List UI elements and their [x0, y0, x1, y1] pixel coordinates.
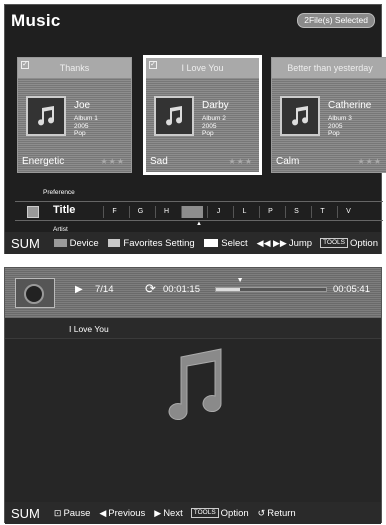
play-icon: ▶: [75, 284, 83, 295]
device-button[interactable]: Device: [70, 238, 99, 249]
now-playing-screen: ▶ 7/14 ⟳ 00:01:15 ▼ 00:05:41 I Love You …: [4, 267, 382, 524]
card-artist: Darby: [202, 100, 229, 111]
total-time: 00:05:41: [333, 284, 370, 295]
elapsed-time: 00:01:15: [163, 284, 200, 295]
select-button[interactable]: Select: [221, 238, 247, 249]
jump-letter[interactable]: L: [233, 206, 255, 218]
music-note-icon: [280, 96, 320, 136]
card-artist: Joe: [74, 100, 91, 111]
card-year: 2005: [328, 122, 343, 130]
card-album: Album 1: [74, 115, 98, 122]
music-card-thanks[interactable]: Thanks ✓ Joe Album 1 2005 Pop Energetic …: [17, 57, 132, 173]
jump-letter[interactable]: J: [207, 206, 229, 218]
card-year: 2005: [202, 122, 217, 130]
sort-bar: Title F G H J L P S T V: [15, 201, 383, 221]
check-icon[interactable]: ✓: [21, 61, 29, 69]
jump-button[interactable]: Jump: [289, 238, 312, 249]
card-mood: Sad: [150, 156, 168, 167]
card-title: I Love You: [146, 58, 259, 78]
card-genre: Pop: [202, 130, 214, 137]
progress-bar[interactable]: [215, 287, 327, 292]
progress-marker-icon: ▼: [236, 277, 244, 284]
enter-button-icon: [203, 239, 219, 247]
music-card-i-love-you[interactable]: I Love You ✓ Darby Album 2 2005 Pop Sad …: [143, 55, 262, 175]
card-album: Album 3: [328, 115, 352, 122]
pause-button[interactable]: Pause: [63, 508, 90, 519]
option-button[interactable]: Option: [350, 238, 378, 249]
card-title: Thanks: [18, 58, 131, 78]
green-button-icon: [53, 239, 67, 247]
next-button[interactable]: Next: [163, 508, 183, 519]
jump-arrows-icon: ◀◀ ▶▶: [256, 237, 287, 248]
music-note-icon: [26, 96, 66, 136]
music-note-icon: [163, 347, 225, 426]
card-mood: Energetic: [22, 156, 65, 167]
enter-pause-icon: ⊡: [53, 507, 62, 518]
jump-letter[interactable]: G: [129, 206, 151, 218]
page-title: Music: [11, 11, 61, 30]
track-position: 7/14: [95, 284, 114, 295]
tools-icon: TOOLS: [190, 508, 219, 518]
disc-icon: [24, 284, 44, 304]
progress-fill: [216, 288, 241, 291]
previous-icon: ◀: [99, 507, 107, 518]
option-button[interactable]: Option: [221, 508, 249, 519]
jump-letter-current[interactable]: [181, 206, 203, 218]
favorites-setting-button[interactable]: Favorites Setting: [123, 238, 194, 249]
playback-area: [5, 338, 381, 502]
player-bottom-bar: SUM ⊡ Pause ◀ Previous ▶ Next TOOLS Opti…: [5, 502, 381, 524]
card-meta: Album 1 2005 Pop: [74, 115, 98, 138]
card-genre: Pop: [74, 130, 86, 137]
jump-letter[interactable]: H: [155, 206, 177, 218]
star-rating: ★★★: [228, 157, 253, 166]
yellow-button-icon: [107, 239, 121, 247]
card-title: Better than yesterday: [272, 58, 386, 78]
browser-bottom-bar: SUM Device Favorites Setting Select ◀◀ ▶…: [5, 232, 381, 254]
pointer-triangle-icon: ▲: [196, 221, 202, 227]
music-browser-screen: Music 2File(s) Selected Thanks ✓ Joe Alb…: [4, 4, 386, 254]
star-rating: ★★★: [357, 157, 382, 166]
selected-files-badge: 2File(s) Selected: [297, 13, 375, 28]
jump-letter[interactable]: F: [103, 206, 125, 218]
music-card-better-than-yesterday[interactable]: Better than yesterday Catherine Album 3 …: [271, 57, 386, 173]
song-title: I Love You: [69, 324, 109, 334]
sort-current[interactable]: Title: [53, 204, 75, 216]
check-icon[interactable]: ✓: [149, 61, 157, 69]
sort-list-icon: [27, 206, 39, 218]
sum-logo: SUM: [11, 505, 40, 521]
card-meta: Album 2 2005 Pop: [202, 115, 226, 138]
jump-letter[interactable]: V: [337, 206, 359, 218]
return-button[interactable]: Return: [267, 508, 296, 519]
previous-button[interactable]: Previous: [108, 508, 145, 519]
album-thumbnail: [15, 278, 55, 308]
repeat-icon[interactable]: ⟳: [145, 281, 156, 297]
tools-icon: TOOLS: [320, 238, 348, 248]
sort-option-preference[interactable]: Preference: [43, 189, 75, 196]
card-artist: Catherine: [328, 100, 372, 111]
card-meta: Album 3 2005 Pop: [328, 115, 352, 138]
return-icon: ↺: [257, 507, 266, 518]
card-genre: Pop: [328, 130, 340, 137]
card-year: 2005: [74, 122, 89, 130]
star-rating: ★★★: [100, 157, 125, 166]
now-playing-header: ▶ 7/14 ⟳ 00:01:15 ▼ 00:05:41: [5, 268, 381, 318]
jump-letter[interactable]: T: [311, 206, 333, 218]
sum-logo: SUM: [11, 235, 40, 251]
jump-letter[interactable]: S: [285, 206, 307, 218]
card-mood: Calm: [276, 156, 300, 167]
music-note-icon: [154, 96, 194, 136]
next-icon: ▶: [154, 507, 162, 518]
jump-letter[interactable]: P: [259, 206, 281, 218]
card-album: Album 2: [202, 115, 226, 122]
